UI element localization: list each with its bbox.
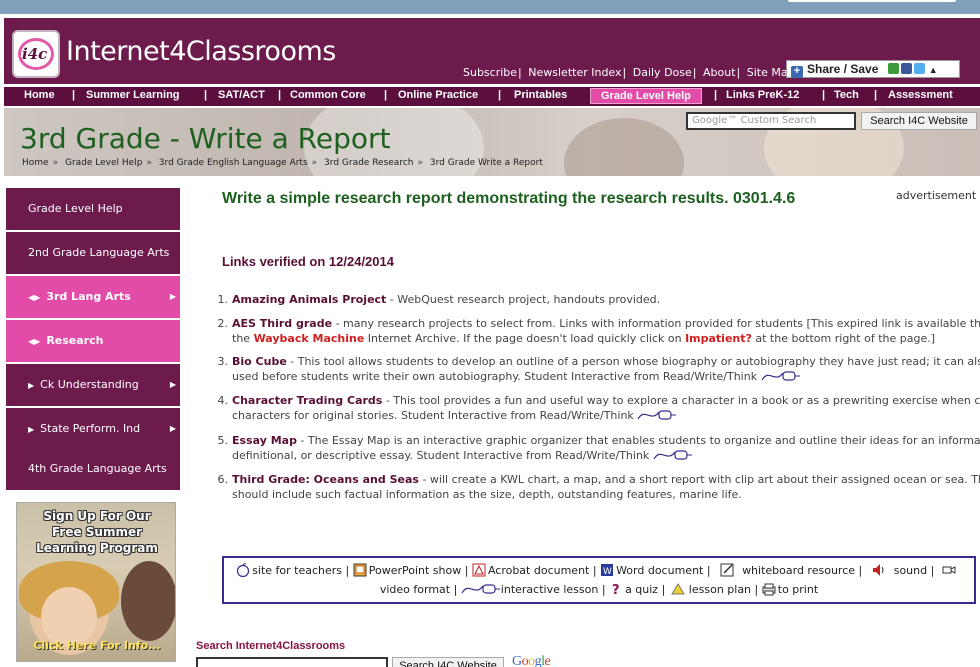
lesson-plan-icon bbox=[670, 583, 685, 595]
interactive-lesson-icon bbox=[637, 410, 677, 420]
share-save-button[interactable]: + Share / Save ▲ bbox=[786, 60, 960, 78]
nav-tech[interactable]: Tech bbox=[834, 89, 859, 101]
header-links: Subscribe| Newsletter Index| Daily Dose|… bbox=[463, 66, 795, 79]
top-field bbox=[788, 0, 956, 2]
nav-home[interactable]: Home bbox=[24, 89, 55, 101]
page: i4c Internet4Classrooms Subscribe| Newsl… bbox=[0, 14, 980, 667]
standard-heading: Write a simple research report demonstra… bbox=[222, 190, 796, 207]
breadcrumb-current: 3rd Grade Write a Report bbox=[429, 158, 543, 168]
apple-icon bbox=[237, 563, 250, 577]
powerpoint-icon bbox=[353, 563, 367, 577]
whiteboard-icon bbox=[720, 563, 734, 577]
breadcrumb-home[interactable]: Home bbox=[22, 158, 49, 168]
email-share-icon bbox=[887, 63, 899, 74]
google-logo: Google bbox=[512, 654, 551, 667]
resource-link-amazing-animals[interactable]: Amazing Animals Project bbox=[232, 293, 386, 306]
logo-text[interactable]: Internet4Classrooms bbox=[66, 36, 336, 67]
sidebar-item-3rd-lang-arts[interactable]: ◀▶ 3rd Lang Arts ▶ bbox=[6, 276, 180, 318]
promo-cta[interactable]: Click Here For Info... bbox=[21, 639, 173, 657]
icon-legend: site for teachers | PowerPoint show | Ac… bbox=[222, 556, 976, 604]
resource-link-bio-cube[interactable]: Bio Cube bbox=[232, 355, 287, 368]
nav-printables[interactable]: Printables bbox=[514, 89, 567, 101]
acrobat-icon bbox=[472, 563, 486, 577]
bottom-search-button[interactable]: Search I4C Website bbox=[392, 657, 504, 667]
page-title: 3rd Grade - Write a Report bbox=[20, 122, 391, 155]
quiz-question-icon: ? bbox=[612, 583, 620, 596]
resource-link-aes-third-grade[interactable]: AES Third grade bbox=[232, 317, 332, 330]
sidebar-item-4th-grade-la[interactable]: 4th Grade Language Arts bbox=[6, 448, 180, 490]
nav-summer-learning[interactable]: Summer Learning bbox=[86, 89, 180, 101]
bullet-arrow-icon: ▶ bbox=[28, 425, 35, 434]
sidebar-item-2nd-grade-la[interactable]: 2nd Grade Language Arts bbox=[6, 232, 180, 274]
summer-learning-promo[interactable]: Sign Up For Our Free Summer Learning Pro… bbox=[16, 502, 176, 662]
chevron-right-icon: ▶ bbox=[169, 424, 176, 433]
nav-sat-act[interactable]: SAT/ACT bbox=[218, 89, 265, 101]
site-header: i4c Internet4Classrooms Subscribe| Newsl… bbox=[4, 16, 980, 84]
nav-grade-level-help[interactable]: Grade Level Help bbox=[590, 88, 702, 104]
resource-link-essay-map[interactable]: Essay Map bbox=[232, 434, 297, 447]
sidebar-item-research[interactable]: ◀▶ Research bbox=[6, 320, 180, 362]
nav-online-practice[interactable]: Online Practice bbox=[398, 89, 478, 101]
search-site-button[interactable]: Search I4C Website bbox=[861, 112, 977, 130]
about-link[interactable]: About bbox=[703, 66, 736, 79]
interactive-lesson-icon bbox=[761, 371, 800, 381]
logo-mark: i4c bbox=[22, 45, 48, 63]
sound-icon bbox=[872, 564, 884, 576]
custom-search-input[interactable]: Google™ Custom Search bbox=[686, 112, 856, 130]
expand-arrows-icon: ◀▶ bbox=[28, 337, 41, 346]
breadcrumb: Home» Grade Level Help» 3rd Grade Englis… bbox=[22, 158, 543, 168]
breadcrumb-3rd-grade-ela[interactable]: 3rd Grade English Language Arts bbox=[159, 158, 308, 168]
share-label: Share / Save bbox=[807, 62, 879, 76]
sidebar-item-grade-level-help[interactable]: Grade Level Help bbox=[6, 188, 180, 230]
printer-icon bbox=[762, 583, 776, 596]
svg-text:W: W bbox=[603, 567, 612, 577]
chevron-right-icon: ▶ bbox=[169, 380, 176, 389]
bullet-arrow-icon: ▶ bbox=[28, 381, 35, 390]
impatient-link[interactable]: Impatient? bbox=[685, 332, 752, 345]
interactive-lesson-icon bbox=[653, 450, 692, 460]
browser-top-strip bbox=[0, 0, 980, 14]
subscribe-link[interactable]: Subscribe bbox=[463, 66, 517, 79]
page-banner: 3rd Grade - Write a Report Google™ Custo… bbox=[4, 108, 980, 176]
newsletter-index-link[interactable]: Newsletter Index bbox=[528, 66, 621, 79]
sidebar-item-ck-understanding[interactable]: ▶ Ck Understanding ▶ bbox=[6, 364, 180, 406]
svg-text:?: ? bbox=[612, 583, 620, 596]
main-nav: Home | Summer Learning | SAT/ACT | Commo… bbox=[4, 86, 980, 107]
advertisement-label: advertisement bbox=[896, 189, 977, 202]
bottom-search-input[interactable] bbox=[196, 657, 388, 667]
plus-icon: + bbox=[791, 66, 803, 78]
video-camera-icon bbox=[942, 566, 956, 574]
expand-arrows-icon: ◀▶ bbox=[28, 293, 41, 302]
logo-icon[interactable]: i4c bbox=[12, 30, 60, 78]
breadcrumb-3rd-grade-research[interactable]: 3rd Grade Research bbox=[324, 158, 413, 168]
bottom-search-label: Search Internet4Classrooms bbox=[196, 640, 346, 652]
sidebar: Grade Level Help 2nd Grade Language Arts… bbox=[4, 184, 182, 496]
wayback-machine-link[interactable]: Wayback Machine bbox=[254, 332, 365, 345]
resource-link-oceans-and-seas[interactable]: Third Grade: Oceans and Seas bbox=[232, 473, 419, 486]
breadcrumb-grade-level-help[interactable]: Grade Level Help bbox=[65, 158, 142, 168]
nav-common-core[interactable]: Common Core bbox=[290, 89, 366, 101]
word-icon: W bbox=[601, 564, 614, 577]
sidebar-item-state-perform[interactable]: ▶ State Perform. Ind ▶ bbox=[6, 408, 180, 450]
dropdown-arrow-icon: ▲ bbox=[928, 65, 938, 75]
facebook-icon bbox=[900, 63, 912, 74]
twitter-icon bbox=[913, 63, 925, 74]
resource-link-character-trading-cards[interactable]: Character Trading Cards bbox=[232, 394, 382, 407]
daily-dose-link[interactable]: Daily Dose bbox=[633, 66, 692, 79]
interactive-lesson-icon bbox=[461, 584, 500, 594]
chevron-right-icon: ▶ bbox=[169, 292, 176, 301]
nav-links-prek-12[interactable]: Links PreK-12 bbox=[726, 89, 799, 101]
nav-assessment[interactable]: Assessment bbox=[888, 89, 953, 101]
links-verified-date: Links verified on 12/24/2014 bbox=[222, 254, 394, 269]
